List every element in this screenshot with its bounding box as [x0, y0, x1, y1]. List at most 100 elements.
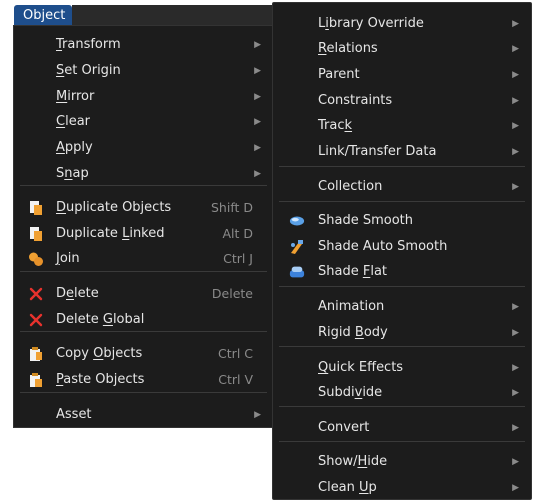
menu-item-label: Clean Up — [318, 480, 377, 495]
menu-item-shade-auto-smooth[interactable]: Shade Auto Smooth — [273, 234, 531, 259]
submenu-arrow-icon: ▶ — [512, 69, 519, 80]
menu-separator — [20, 271, 267, 272]
menu-separator — [279, 346, 525, 347]
object-menu-tab-label: Object — [23, 7, 66, 23]
menu-item-shade-flat[interactable]: Shade Flat — [273, 259, 531, 284]
object-menu-dropdown: Transform ▶ Set Origin ▶ Mirror ▶ Clear ▶ Apply ▶… — [13, 25, 273, 428]
menu-item-delete[interactable]: Delete Delete — [14, 281, 273, 306]
duplicate-linked-icon — [28, 226, 44, 242]
submenu-arrow-icon: ▶ — [512, 482, 519, 493]
menu-item-label: Join — [56, 251, 80, 266]
submenu-arrow-icon: ▶ — [254, 409, 261, 420]
submenu-arrow-icon: ▶ — [254, 91, 261, 102]
menu-item-animation[interactable]: Animation ▶ — [273, 294, 531, 319]
menu-separator — [279, 441, 525, 442]
menu-item-copy-objects[interactable]: Copy Objects Ctrl C — [14, 341, 273, 366]
submenu-arrow-icon: ▶ — [512, 43, 519, 54]
submenu-arrow-icon: ▶ — [254, 65, 261, 76]
menu-item-constraints[interactable]: Constraints ▶ — [273, 88, 531, 113]
menu-item-transform[interactable]: Transform ▶ — [14, 32, 273, 57]
menu-item-label: Snap — [56, 166, 89, 181]
menu-item-rigid-body[interactable]: Rigid Body ▶ — [273, 320, 531, 345]
menu-item-label: Link/Transfer Data — [318, 144, 437, 159]
menu-item-label: Transform — [56, 37, 121, 52]
submenu-arrow-icon: ▶ — [512, 120, 519, 131]
menu-item-label: Show/Hide — [318, 454, 388, 469]
menu-item-label: Library Override — [318, 16, 424, 31]
menu-item-label: Constraints — [318, 93, 393, 108]
menu-item-label: Apply — [56, 140, 93, 155]
menu-separator — [279, 286, 525, 287]
shade-flat-icon — [289, 264, 305, 280]
menu-item-set-origin[interactable]: Set Origin ▶ — [14, 58, 273, 83]
menu-item-asset[interactable]: Asset ▶ — [14, 402, 273, 427]
submenu-arrow-icon: ▶ — [512, 387, 519, 398]
menu-item-paste-objects[interactable]: Paste Objects Ctrl V — [14, 367, 273, 392]
menu-item-label: Delete Global — [56, 312, 145, 327]
menu-item-collection[interactable]: Collection ▶ — [273, 174, 531, 199]
submenu-arrow-icon: ▶ — [512, 327, 519, 338]
menu-item-label: Shade Smooth — [318, 213, 413, 228]
menu-item-clear[interactable]: Clear ▶ — [14, 109, 273, 134]
menu-item-label: Paste Objects — [56, 372, 145, 387]
shortcut-hint: Alt D — [222, 226, 253, 241]
menu-item-duplicate-linked[interactable]: Duplicate Linked Alt D — [14, 221, 273, 246]
submenu-arrow-icon: ▶ — [512, 18, 519, 29]
menu-item-label: Relations — [318, 41, 378, 56]
menu-item-apply[interactable]: Apply ▶ — [14, 135, 273, 160]
menu-item-link-transfer-data[interactable]: Link/Transfer Data ▶ — [273, 139, 531, 164]
menu-item-label: Animation — [318, 299, 385, 314]
shortcut-hint: Delete — [211, 286, 253, 301]
menu-separator — [20, 185, 267, 186]
menu-item-convert[interactable]: Convert ▶ — [273, 415, 531, 440]
submenu-arrow-icon: ▶ — [512, 181, 519, 192]
duplicate-icon — [28, 200, 44, 216]
menu-item-subdivide[interactable]: Subdivide ▶ — [273, 380, 531, 405]
submenu-arrow-icon: ▶ — [512, 362, 519, 373]
submenu-arrow-icon: ▶ — [512, 456, 519, 467]
paste-icon — [28, 372, 44, 388]
menu-item-label: Asset — [56, 407, 92, 422]
menu-item-label: Set Origin — [56, 63, 121, 78]
menu-item-join[interactable]: Join Ctrl J — [14, 246, 273, 271]
menu-item-show-hide[interactable]: Show/Hide ▶ — [273, 449, 531, 474]
menu-item-label: Rigid Body — [318, 325, 388, 340]
object-menu-overflow-column: Library Override ▶ Relations ▶ Parent ▶ Constr… — [272, 2, 532, 500]
menu-item-quick-effects[interactable]: Quick Effects ▶ — [273, 355, 531, 380]
shade-auto-smooth-icon — [289, 239, 305, 255]
submenu-arrow-icon: ▶ — [512, 146, 519, 157]
menu-item-delete-global[interactable]: Delete Global — [14, 307, 273, 332]
menu-item-relations[interactable]: Relations ▶ — [273, 36, 531, 61]
menu-item-label: Quick Effects — [318, 360, 404, 375]
menu-separator — [279, 406, 525, 407]
menu-item-label: Copy Objects — [56, 346, 143, 361]
menu-item-label: Track — [318, 118, 353, 133]
menu-item-parent[interactable]: Parent ▶ — [273, 62, 531, 87]
menu-item-duplicate-objects[interactable]: Duplicate Objects Shift D — [14, 195, 273, 220]
menu-separator — [279, 201, 525, 202]
menu-item-label: Clear — [56, 114, 90, 129]
submenu-arrow-icon: ▶ — [512, 301, 519, 312]
menu-item-shade-smooth[interactable]: Shade Smooth — [273, 208, 531, 233]
submenu-arrow-icon: ▶ — [512, 95, 519, 106]
menu-item-label: Collection — [318, 179, 383, 194]
menu-item-snap[interactable]: Snap ▶ — [14, 161, 273, 186]
object-menu-tab[interactable]: Object — [14, 5, 72, 25]
menu-separator — [20, 331, 267, 332]
submenu-arrow-icon: ▶ — [254, 168, 261, 179]
submenu-arrow-icon: ▶ — [254, 142, 261, 153]
submenu-arrow-icon: ▶ — [254, 116, 261, 127]
menu-item-track[interactable]: Track ▶ — [273, 113, 531, 138]
menu-item-label: Parent — [318, 67, 360, 82]
shortcut-hint: Ctrl C — [218, 346, 253, 361]
submenu-arrow-icon: ▶ — [254, 39, 261, 50]
shortcut-hint: Ctrl V — [218, 372, 253, 387]
header-bar — [72, 5, 272, 27]
menu-item-label: Convert — [318, 420, 370, 435]
menu-item-library-override[interactable]: Library Override ▶ — [273, 11, 531, 36]
shade-smooth-icon — [289, 213, 305, 229]
menu-item-clean-up[interactable]: Clean Up ▶ — [273, 475, 531, 500]
menu-item-mirror[interactable]: Mirror ▶ — [14, 84, 273, 109]
menu-item-label: Delete — [56, 286, 99, 301]
menu-item-label: Mirror — [56, 89, 95, 104]
